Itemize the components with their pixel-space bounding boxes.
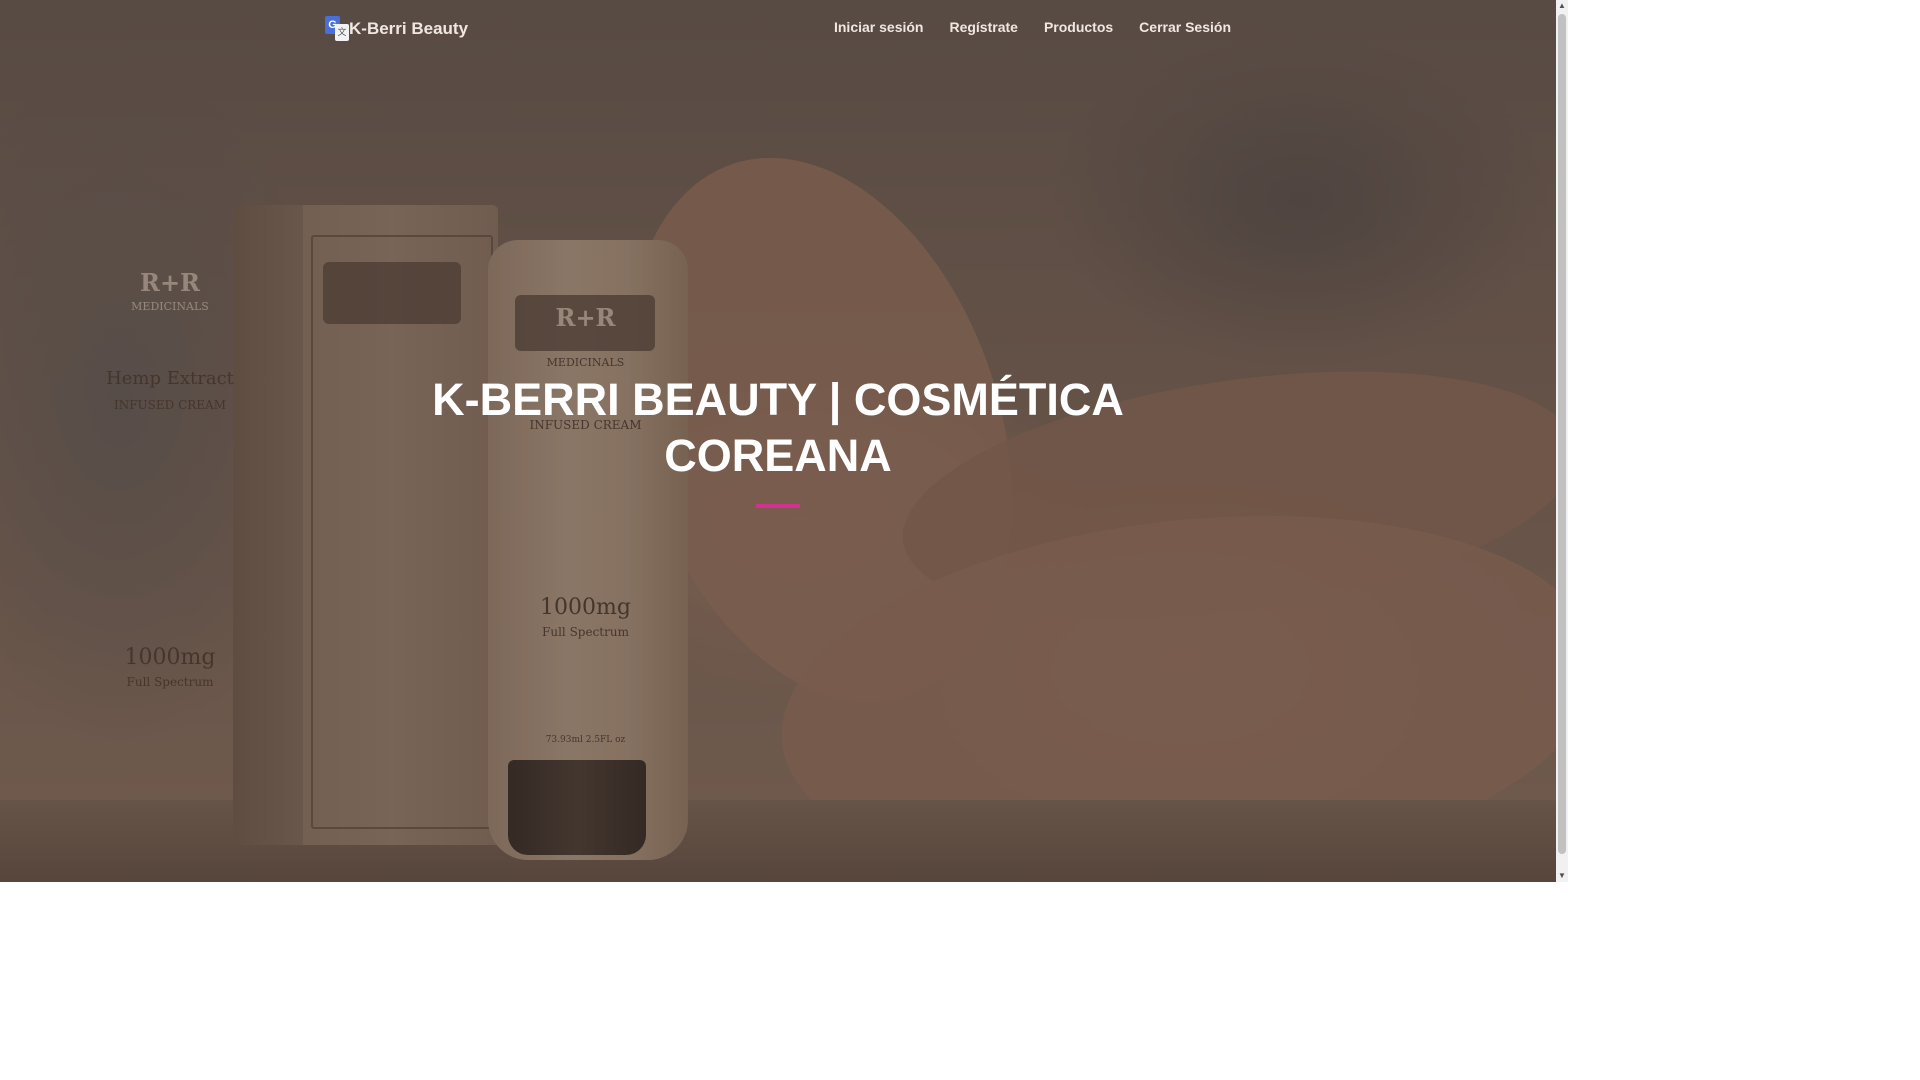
scrollbar-thumb[interactable] (1558, 14, 1566, 854)
hero-title: K-BERRI BEAUTY | COSMÉTICA COREANA (0, 372, 1556, 484)
scrollbar[interactable]: ▲ ▼ (1556, 0, 1568, 882)
page: R+R MEDICINALS Hemp Extract INFUSED CREA… (0, 0, 1568, 882)
nav-links: Iniciar sesión Regístrate Productos Cerr… (834, 19, 1231, 35)
hero-divider (756, 504, 800, 508)
scroll-up-arrow-icon[interactable]: ▲ (1556, 0, 1568, 12)
brand-name: K-Berri Beauty (349, 19, 469, 38)
scroll-down-arrow-icon[interactable]: ▼ (1556, 870, 1568, 882)
hero-title-line2: COREANA (664, 430, 892, 481)
nav-register-link[interactable]: Regístrate (949, 19, 1017, 35)
brand-link[interactable]: G 文 K-Berri Beauty (325, 16, 468, 42)
hero-title-line1: K-BERRI BEAUTY | COSMÉTICA (432, 374, 1124, 425)
translate-char-icon: 文 (335, 24, 349, 41)
nav-login-link[interactable]: Iniciar sesión (834, 19, 923, 35)
google-translate-icon[interactable]: G 文 (325, 16, 351, 42)
navbar: G 文 K-Berri Beauty Iniciar sesión Regíst… (0, 0, 1556, 58)
nav-logout-link[interactable]: Cerrar Sesión (1139, 19, 1231, 35)
nav-products-link[interactable]: Productos (1044, 19, 1113, 35)
